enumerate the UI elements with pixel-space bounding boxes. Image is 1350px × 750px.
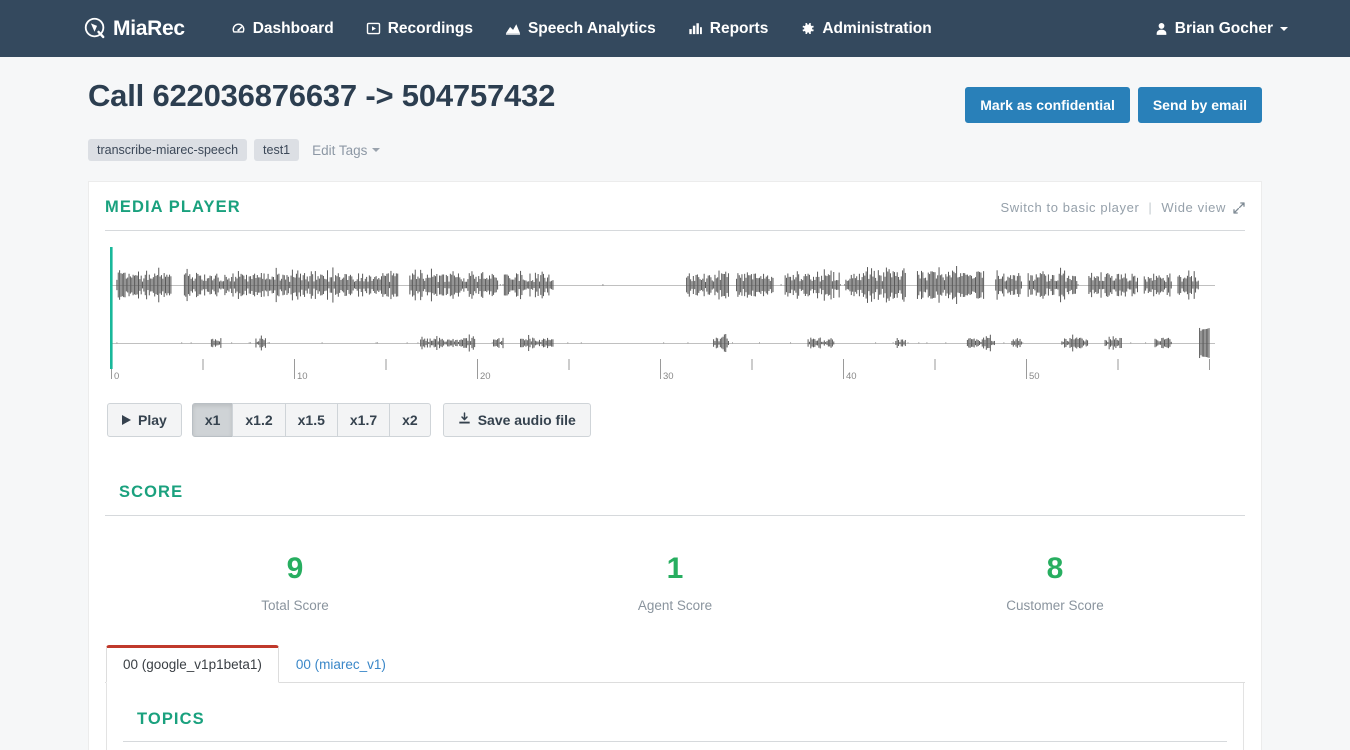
svg-text:30: 30: [663, 371, 674, 382]
switch-to-basic-player-link[interactable]: Switch to basic player: [1000, 200, 1139, 215]
media-player-header-actions: Switch to basic player | Wide view: [1000, 200, 1245, 215]
speed-button-x1.7[interactable]: x1.7: [336, 403, 391, 437]
nav-items: Dashboard Recordings Speech Analytics Re…: [215, 0, 948, 57]
dashboard-icon: [231, 21, 246, 36]
page-container: Call 622036876637 -> 504757432 Mark as c…: [0, 57, 1350, 750]
wide-view-link[interactable]: Wide view: [1161, 200, 1226, 215]
score-cell-agent: 1 Agent Score: [485, 552, 865, 613]
svg-text:20: 20: [480, 371, 491, 382]
nav-label: Administration: [822, 19, 932, 37]
play-label: Play: [138, 412, 167, 428]
tag-item[interactable]: test1: [254, 139, 300, 161]
user-icon: [1155, 22, 1168, 36]
speed-button-x2[interactable]: x2: [389, 403, 431, 437]
nav-item-recordings[interactable]: Recordings: [350, 0, 489, 57]
main-card: MEDIA PLAYER Switch to basic player | Wi…: [88, 181, 1262, 750]
player-controls: Play x1 x1.2 x1.5 x1.7 x2 Save audio fil…: [105, 389, 1245, 437]
separator: |: [1148, 200, 1153, 215]
svg-text:0: 0: [114, 371, 119, 382]
brand-label: MiaRec: [113, 16, 185, 40]
nav-item-speech-analytics[interactable]: Speech Analytics: [489, 0, 672, 57]
tab-google-v1p1beta1[interactable]: 00 (google_v1p1beta1): [106, 645, 279, 683]
score-cell-customer: 8 Customer Score: [865, 552, 1245, 613]
score-title: SCORE: [119, 483, 184, 501]
nav-item-administration[interactable]: Administration: [784, 0, 947, 57]
download-icon: [458, 412, 471, 428]
transcript-tabs: 00 (google_v1p1beta1) 00 (miarec_v1): [105, 645, 1245, 683]
nav-item-reports[interactable]: Reports: [672, 0, 785, 57]
brand-logo[interactable]: MiaRec: [84, 17, 185, 41]
tags-row: transcribe-miarec-speech test1 Edit Tags: [88, 139, 1262, 161]
recordings-play-icon: [366, 21, 381, 36]
play-icon: [122, 415, 131, 425]
nav-label: Recordings: [387, 19, 473, 37]
user-name: Brian Gocher: [1174, 19, 1273, 37]
save-audio-label: Save audio file: [477, 412, 576, 428]
nav-label: Speech Analytics: [527, 19, 656, 37]
waveform-canvas[interactable]: 0 10 20 30 40 50: [105, 245, 1219, 385]
page-header: Call 622036876637 -> 504757432 Mark as c…: [88, 57, 1262, 123]
play-button[interactable]: Play: [107, 403, 182, 437]
svg-text:40: 40: [846, 371, 857, 382]
top-navbar: MiaRec Dashboard Recordings Speech Analy…: [0, 0, 1350, 57]
score-label: Customer Score: [1006, 598, 1104, 613]
topics-panel: TOPICS: [106, 683, 1244, 750]
score-header: SCORE: [105, 437, 1245, 516]
edit-tags-label: Edit Tags: [312, 142, 368, 158]
save-audio-file-button[interactable]: Save audio file: [442, 403, 591, 437]
media-player-title: MEDIA PLAYER: [105, 198, 241, 216]
score-value: 8: [1046, 552, 1064, 585]
waveform-area[interactable]: 0 10 20 30 40 50: [105, 231, 1245, 389]
speed-button-group: x1 x1.2 x1.5 x1.7 x2: [191, 403, 431, 437]
user-menu[interactable]: Brian Gocher: [1155, 20, 1326, 38]
miarec-logo-icon: [84, 17, 107, 40]
nav-item-dashboard[interactable]: Dashboard: [215, 0, 350, 57]
nav-label: Dashboard: [252, 19, 334, 37]
chevron-down-icon: [372, 148, 381, 152]
edit-tags-dropdown[interactable]: Edit Tags: [312, 142, 381, 158]
send-by-email-button[interactable]: Send by email: [1137, 87, 1262, 123]
score-cell-total: 9 Total Score: [105, 552, 485, 613]
score-value: 9: [286, 552, 304, 585]
tab-miarec-v1[interactable]: 00 (miarec_v1): [279, 645, 403, 683]
expand-arrows-icon[interactable]: [1233, 201, 1245, 214]
speed-button-x1.5[interactable]: x1.5: [284, 403, 338, 437]
speed-button-x1[interactable]: x1: [191, 403, 234, 437]
score-label: Agent Score: [637, 598, 713, 613]
svg-text:10: 10: [297, 371, 308, 382]
topics-title: TOPICS: [137, 710, 205, 728]
nav-label: Reports: [709, 19, 769, 37]
speed-button-x1.2[interactable]: x1.2: [232, 403, 286, 437]
mark-as-confidential-button[interactable]: Mark as confidential: [965, 87, 1130, 123]
header-actions: Mark as confidential Send by email: [965, 77, 1262, 123]
area-chart-icon: [505, 21, 521, 36]
page-title: Call 622036876637 -> 504757432: [88, 78, 556, 113]
score-row: 9 Total Score 1 Agent Score 8 Customer S…: [105, 516, 1245, 639]
score-label: Total Score: [261, 598, 329, 613]
svg-text:50: 50: [1029, 371, 1040, 382]
bar-chart-icon: [688, 21, 703, 36]
media-player-header: MEDIA PLAYER Switch to basic player | Wi…: [105, 182, 1245, 231]
topics-header: TOPICS: [123, 683, 1227, 742]
chevron-down-icon: [1280, 26, 1288, 31]
tag-item[interactable]: transcribe-miarec-speech: [88, 139, 248, 161]
gear-icon: [800, 21, 815, 36]
score-value: 1: [666, 552, 684, 585]
